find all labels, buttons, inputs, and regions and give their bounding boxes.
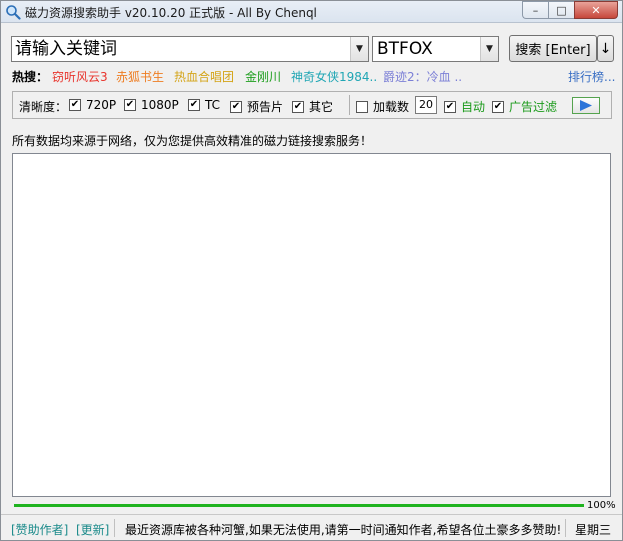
minimize-button[interactable]: – xyxy=(522,1,548,19)
hot-item[interactable]: 热血合唱团 xyxy=(174,68,234,85)
chevron-down-icon: ▼ xyxy=(486,44,493,54)
weekday-label: 星期三 xyxy=(575,523,612,537)
progress-label: 100% xyxy=(587,500,616,511)
checkmark-icon[interactable]: ✔ xyxy=(444,100,456,113)
search-button[interactable]: 搜索 [Enter] xyxy=(509,35,597,62)
maximize-button[interactable]: □ xyxy=(548,1,574,19)
chevron-down-icon: ▼ xyxy=(356,44,363,54)
magnifier-icon xyxy=(6,5,21,20)
close-icon: ✕ xyxy=(591,3,601,17)
search-input[interactable] xyxy=(12,37,350,61)
checkmark-icon[interactable]: ✔ xyxy=(292,100,304,113)
minimize-icon: – xyxy=(532,3,539,17)
clarity-option-tc[interactable]: ✔ TC xyxy=(188,98,220,112)
title-bar[interactable]: 磁力资源搜索助手 v20.10.20 正式版 - All By Chenql –… xyxy=(1,1,622,23)
keyword-dropdown-button[interactable]: ▼ xyxy=(350,37,368,61)
load-count-input[interactable]: 20 xyxy=(415,96,437,114)
checkmark-icon[interactable]: ✔ xyxy=(188,99,200,111)
options-divider xyxy=(349,95,350,115)
hot-item[interactable]: 神奇女侠1984.. xyxy=(291,68,377,85)
progress-fill xyxy=(14,504,584,507)
hot-item[interactable]: 金刚川 xyxy=(245,68,281,85)
engine-dropdown-button[interactable]: ▼ xyxy=(480,37,498,61)
hot-search-label: 热搜： xyxy=(12,70,49,84)
keyword-combobox[interactable]: ▼ xyxy=(11,36,369,62)
rank-list-link[interactable]: 排行榜... xyxy=(568,68,615,85)
play-icon xyxy=(580,100,592,111)
results-list[interactable] xyxy=(12,153,611,497)
window-controls: – □ ✕ xyxy=(522,1,618,21)
notice-text: 所有数据均来源于网络，仅为您提供高效精准的磁力链接搜索服务！ xyxy=(12,134,373,148)
clarity-option-1080p[interactable]: ✔ 1080P xyxy=(124,98,179,112)
hot-item[interactable]: 爵迹2：冷血 .. xyxy=(383,68,462,85)
checkbox[interactable] xyxy=(356,100,368,113)
checkmark-icon[interactable]: ✔ xyxy=(230,100,242,113)
ad-filter-option[interactable]: ✔ 广告过滤 xyxy=(492,98,557,115)
play-button[interactable] xyxy=(572,97,600,114)
progress-bar xyxy=(14,504,584,507)
app-window: 磁力资源搜索助手 v20.10.20 正式版 - All By Chenql –… xyxy=(0,0,623,541)
hot-search-row: 热搜： 窃听风云3 赤狐书生 热血合唱团 金刚川 神奇女侠1984.. 爵迹2：… xyxy=(12,68,615,85)
load-count-option[interactable]: 加载数 xyxy=(356,98,409,115)
sponsor-link[interactable]: [赞助作者] xyxy=(11,521,68,538)
status-bar: [赞助作者] [更新] 最近资源库被各种河蟹,如果无法使用,请第一时间通知作者,… xyxy=(1,514,622,540)
engine-value: BTFOX xyxy=(377,39,433,59)
status-message: 最近资源库被各种河蟹,如果无法使用,请第一时间通知作者,希望各位土豪多多赞助! xyxy=(125,523,562,537)
checkmark-icon[interactable]: ✔ xyxy=(492,100,504,113)
clarity-option-other[interactable]: ✔ 其它 xyxy=(292,98,333,115)
clarity-label: 清晰度： xyxy=(19,100,68,114)
hot-item[interactable]: 窃听风云3 xyxy=(52,68,108,85)
maximize-icon: □ xyxy=(556,3,567,17)
auto-option[interactable]: ✔ 自动 xyxy=(444,98,485,115)
close-button[interactable]: ✕ xyxy=(574,1,618,19)
options-panel: 清晰度： ✔ 720P ✔ 1080P ✔ TC ✔ 预告片 ✔ 其它 加载数 20 ✔ 自… xyxy=(12,91,612,119)
clarity-option-trailer[interactable]: ✔ 预告片 xyxy=(230,98,283,115)
window-title: 磁力资源搜索助手 v20.10.20 正式版 - All By Chenql xyxy=(25,6,317,20)
checkmark-icon[interactable]: ✔ xyxy=(124,99,136,111)
more-button[interactable]: ↓ xyxy=(597,35,614,62)
checkmark-icon[interactable]: ✔ xyxy=(69,99,81,111)
hot-item[interactable]: 赤狐书生 xyxy=(116,68,164,85)
clarity-option-720p[interactable]: ✔ 720P xyxy=(69,98,116,112)
status-divider xyxy=(565,519,566,537)
update-link[interactable]: [更新] xyxy=(76,521,109,538)
engine-select[interactable]: BTFOX ▼ xyxy=(372,36,499,62)
status-divider xyxy=(114,519,115,537)
